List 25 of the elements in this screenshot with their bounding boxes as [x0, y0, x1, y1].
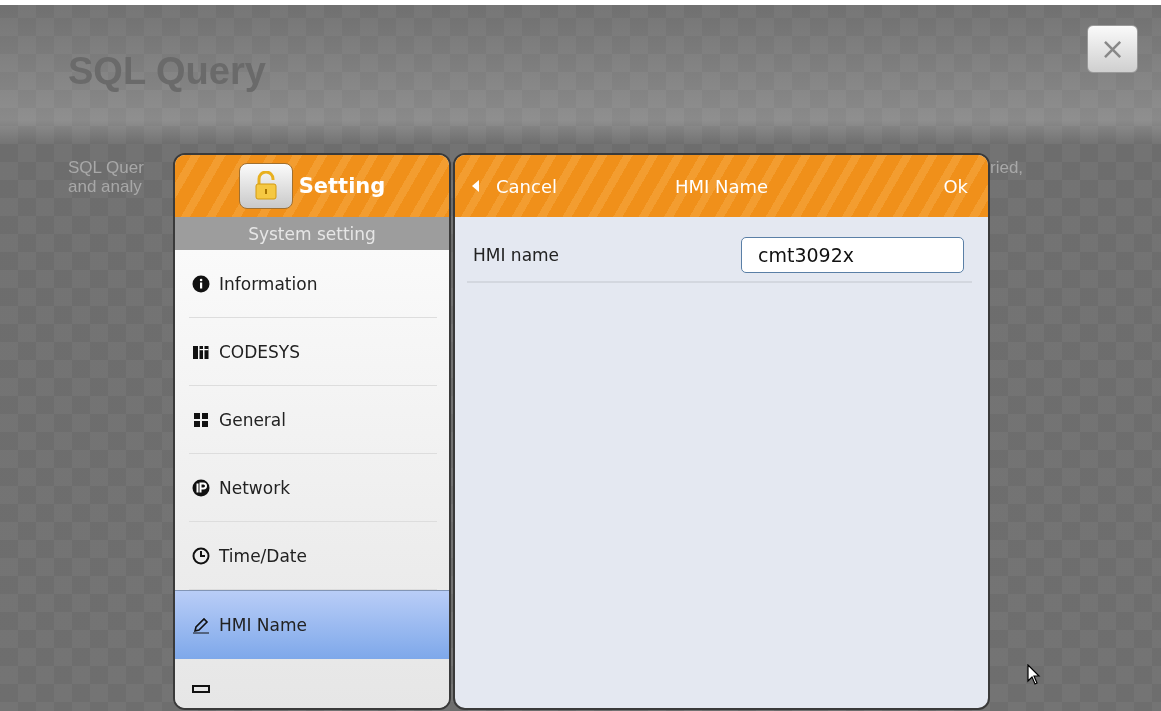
sidebar-title: Setting — [298, 174, 386, 198]
sidebar-item[interactable]: Network — [175, 454, 449, 522]
bars-icon — [192, 343, 210, 361]
background-text: ried, — [990, 158, 1024, 178]
sidebar-item[interactable]: Time/Date — [175, 522, 449, 590]
lock-button[interactable] — [238, 163, 293, 209]
info-icon — [192, 275, 210, 293]
sidebar-subtitle: System setting — [175, 217, 449, 250]
sidebar-item[interactable]: CODESYS — [175, 318, 449, 386]
sidebar-item[interactable]: General — [175, 386, 449, 454]
field-label: HMI name — [472, 245, 560, 265]
sidebar-item[interactable]: Information — [175, 250, 449, 318]
mouse-pointer-icon — [1027, 664, 1041, 686]
grid-icon — [192, 411, 210, 429]
name-input-field[interactable]: cmt3092x — [741, 237, 964, 273]
padlock-icon — [252, 171, 279, 201]
panel-title: HMI Name — [674, 175, 769, 197]
clock-icon — [192, 547, 210, 565]
back-arrow-icon — [471, 179, 480, 193]
background-text: SQL Quer — [68, 158, 144, 177]
background-text: and analy — [68, 177, 143, 196]
sidebar-item[interactable]: HMI Name — [175, 590, 449, 659]
ip-icon — [192, 479, 210, 497]
display-icon — [192, 685, 210, 693]
pen-icon — [192, 616, 210, 634]
